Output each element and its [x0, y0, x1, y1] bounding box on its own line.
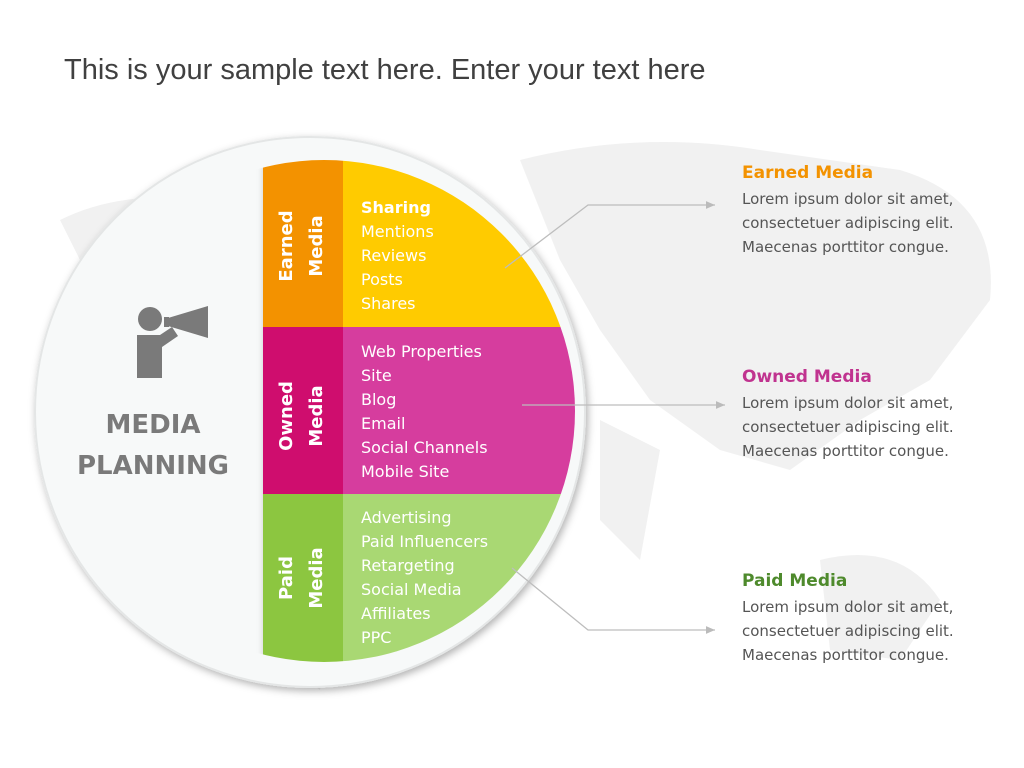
- center-title-line1: MEDIA: [105, 410, 200, 440]
- center-title-line2: PLANNING: [77, 451, 229, 481]
- earned-heading: Earned Media: [742, 163, 874, 183]
- desc-line: Lorem ipsum dolor sit amet,: [742, 394, 954, 412]
- paid-label-band: [263, 494, 343, 662]
- segment-item: Posts: [361, 270, 403, 289]
- owned-label-band: [263, 327, 343, 494]
- earned-label-1: Earned: [276, 210, 297, 281]
- segment-item: Advertising: [361, 508, 452, 527]
- earned-label-2: Media: [306, 215, 327, 276]
- segment-item: Mobile Site: [361, 462, 449, 481]
- paid-heading: Paid Media: [742, 571, 848, 591]
- segment-item: Web Properties: [361, 342, 482, 361]
- segment-item: Social Media: [361, 580, 462, 599]
- segment-item: Site: [361, 366, 392, 385]
- paid-connector: [511, 567, 715, 634]
- desc-line: Lorem ipsum dolor sit amet,: [742, 598, 954, 616]
- owned-description: Owned Media Lorem ipsum dolor sit amet, c…: [742, 367, 1022, 463]
- segment-item: Affiliates: [361, 604, 431, 623]
- owned-label-1: Owned: [276, 381, 297, 451]
- paid-label-2: Media: [306, 547, 327, 608]
- segment-item: Paid Influencers: [361, 532, 488, 551]
- segment-item: PPC: [361, 628, 391, 647]
- segment-item: Social Channels: [361, 438, 488, 457]
- desc-line: consectetuer adipiscing elit.: [742, 214, 954, 232]
- segment-item: Shares: [361, 294, 416, 313]
- segment-item: Reviews: [361, 246, 426, 265]
- segment-item: Email: [361, 414, 405, 433]
- desc-line: Lorem ipsum dolor sit amet,: [742, 190, 954, 208]
- earned-label-band: [263, 160, 343, 327]
- segment-item: Blog: [361, 390, 396, 409]
- desc-line: consectetuer adipiscing elit.: [742, 622, 954, 640]
- owned-label-2: Media: [306, 385, 327, 446]
- slide-title: This is your sample text here. Enter you…: [64, 54, 706, 86]
- desc-line: Maecenas porttitor congue.: [742, 646, 949, 664]
- owned-heading: Owned Media: [742, 367, 872, 387]
- paid-label-1: Paid: [276, 556, 297, 600]
- paid-description: Paid Media Lorem ipsum dolor sit amet, co…: [742, 571, 1022, 667]
- segment-item: Retargeting: [361, 556, 455, 575]
- earned-description: Earned Media Lorem ipsum dolor sit amet,…: [742, 163, 1022, 259]
- desc-line: Maecenas porttitor congue.: [742, 442, 949, 460]
- segment-item: Mentions: [361, 222, 434, 241]
- desc-line: Maecenas porttitor congue.: [742, 238, 949, 256]
- segment-item: Sharing: [361, 198, 431, 217]
- desc-line: consectetuer adipiscing elit.: [742, 418, 954, 436]
